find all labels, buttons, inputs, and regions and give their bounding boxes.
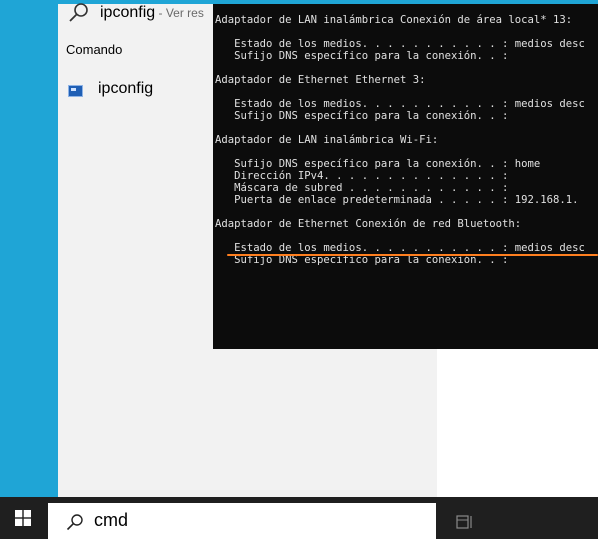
search-icon [66, 514, 83, 531]
start-button[interactable] [0, 497, 48, 539]
console-line: Dirección IPv4. . . . . . . . . . . . . … [215, 170, 509, 182]
console-line: Estado de los medios. . . . . . . . . . … [215, 242, 585, 254]
console-line: Estado de los medios. . . . . . . . . . … [215, 38, 585, 50]
suggestion-query: ipconfig [100, 4, 156, 21]
console-line: Adaptador de LAN inalámbrica Conexión de… [215, 14, 573, 26]
search-icon [69, 3, 88, 22]
taskbar: cmd [0, 497, 598, 539]
result-item-label: ipconfig [98, 80, 154, 97]
section-label-command: Comando [66, 42, 123, 57]
taskbar-search-box[interactable]: cmd [48, 503, 436, 539]
console-line: Sufijo DNS específico para la conexión. … [215, 110, 509, 122]
console-line: Adaptador de Ethernet Conexión de red Bl… [215, 218, 522, 230]
console-line: Máscara de subred . . . . . . . . . . . … [215, 182, 509, 194]
console-line: Sufijo DNS específico para la conexión. … [215, 50, 509, 62]
console-line: Sufijo DNS específico para la conexión. … [215, 158, 541, 170]
console-line: Adaptador de LAN inalámbrica Wi-Fi: [215, 134, 439, 146]
console-app-icon [68, 85, 83, 97]
console-line: Estado de los medios. . . . . . . . . . … [215, 98, 585, 110]
console-line: Puerta de enlace predeterminada . . . . … [215, 194, 579, 206]
highlight-underline [227, 254, 598, 256]
windows-logo-icon [15, 510, 31, 526]
desktop-left-edge [0, 0, 58, 497]
task-view-icon [456, 515, 472, 529]
suggestion-web-hint: - Ver res [155, 6, 204, 20]
suggestion-text: ipconfig - Ver res [100, 4, 204, 22]
command-prompt-window[interactable]: Adaptador de LAN inalámbrica Conexión de… [213, 4, 598, 349]
console-line: Adaptador de Ethernet Ethernet 3: [215, 74, 426, 86]
search-input[interactable]: cmd [94, 510, 128, 531]
task-view-button[interactable] [448, 503, 484, 539]
